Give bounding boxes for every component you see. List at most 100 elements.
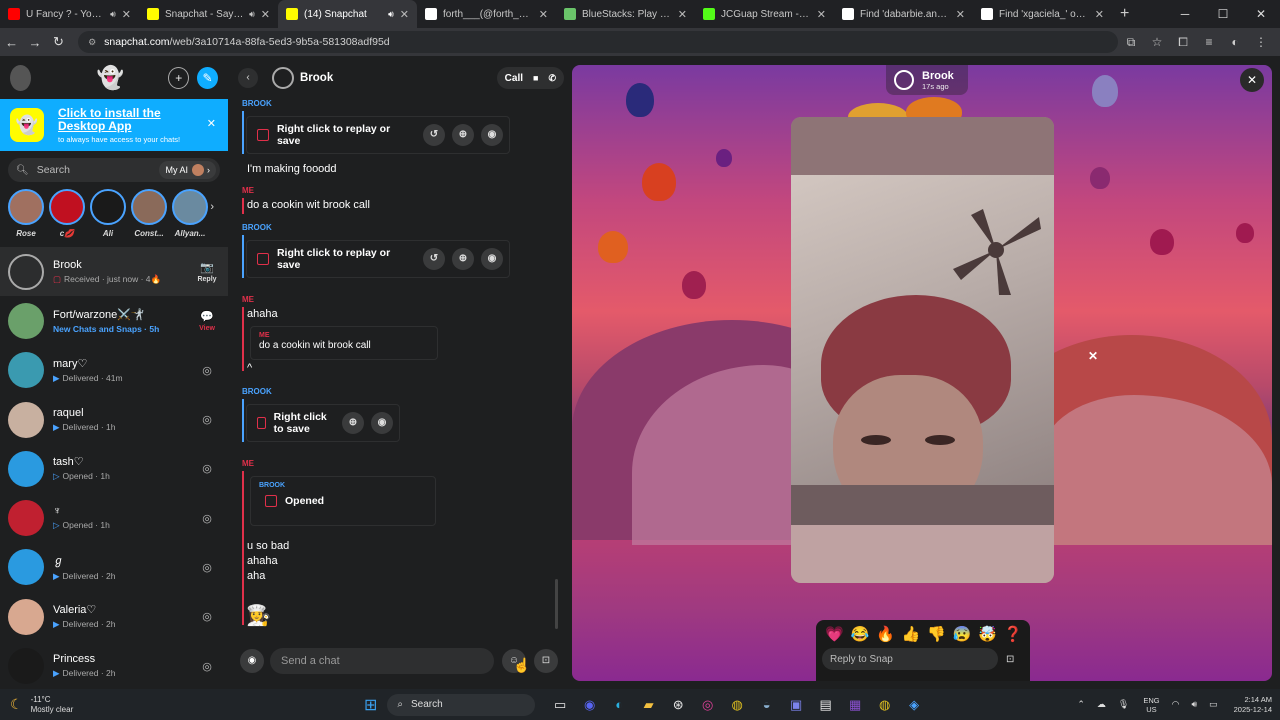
weather-widget[interactable]: ☾ -11°C Mostly clear [0,695,140,715]
conversation-item[interactable]: ♆ ▷ Opened · 1h ◎ [0,493,228,542]
conversation-action[interactable]: ◎ [194,364,220,377]
call-button[interactable]: Call ■ ✆ [496,67,564,89]
reply-input[interactable]: Reply to Snap [822,648,998,670]
browser-tab[interactable]: U Fancy ? - YouTube 🔊︎ ✕ [0,0,139,28]
reaction-emoji-icon[interactable]: 🔥 [873,625,899,643]
reload-icon[interactable]: ↻ [47,34,70,50]
add-friend-icon[interactable]: + [168,67,190,89]
gallery-icon[interactable]: ⊡ [534,649,558,673]
story-item[interactable]: Rose [8,189,44,247]
conversation-item[interactable]: Fort/warzone⚔️🤺 New Chats and Snaps · 5h 💬… [0,296,228,345]
replay-icon[interactable]: ↺ [423,248,445,270]
browser-tab[interactable]: Snapchat - Say It In A Snap 🔊︎ ✕ [139,0,278,28]
close-banner-icon[interactable]: ✕ [207,117,216,130]
save-icon[interactable]: ⊕ [452,248,474,270]
browser-tab[interactable]: Find 'dabarbie.angle' on T ✕ [834,0,973,28]
chat-avatar[interactable] [272,67,294,89]
conversation-action[interactable]: ◎ [194,512,220,525]
install-title[interactable]: Click to install the Desktop App [58,106,178,133]
tray-overflow-icon[interactable]: ⌃ [1077,699,1085,710]
back-arrow-icon[interactable]: ‹ [238,68,258,88]
conversation-item[interactable]: ℊ ▶ Delivered · 2h ◎ [0,543,228,592]
media-control-icon[interactable]: ≡ [1196,35,1222,50]
phone-icon[interactable]: ✆ [548,73,556,84]
site-info-icon[interactable]: ⚙ [88,37,96,48]
browser-tab[interactable]: JCGuap Stream - Watch L ✕ [695,0,834,28]
conversation-action[interactable]: ◎ [194,462,220,475]
close-tab-icon[interactable]: ✕ [956,8,965,21]
wifi-icon[interactable]: ◠ [1172,699,1180,710]
camera-reply-icon[interactable]: ◉ [371,412,393,434]
minimize-icon[interactable]: ─ [1166,0,1204,28]
story-item[interactable]: Allyan... [172,189,208,247]
close-tab-icon[interactable]: ✕ [400,8,409,21]
conversation-item[interactable]: Princess ▶ Delivered · 2h ◎ [0,641,228,690]
chat-input[interactable]: Send a chat [270,648,494,674]
conversation-item[interactable]: raquel ▶ Delivered · 1h ◎ [0,395,228,444]
conversation-item[interactable]: Brook ▢ Received · just now · 4🔥 📷 Reply [0,247,228,297]
camera-reply-icon[interactable]: ◉ [481,248,503,270]
search-input[interactable]: 🔍︎ Search My AI › [8,158,220,182]
taskbar-search[interactable]: ⌕ Search [387,693,536,716]
xbox-icon[interactable]: ⊛ [663,697,693,713]
reaction-emoji-icon[interactable]: 😰 [950,625,976,643]
camera-reply-icon[interactable]: ◉ [481,124,503,146]
camera-icon[interactable]: ◉ [240,649,264,673]
media-app-icon[interactable]: ▦ [840,697,870,713]
story-item[interactable]: Ali [90,189,126,247]
quoted-message[interactable]: ME do a cookin wit brook call [250,326,438,360]
close-viewer-icon[interactable]: ✕ [1240,68,1264,92]
browser-tab[interactable]: BlueStacks: Play Games or ✕ [556,0,695,28]
url-field[interactable]: ⚙ snapchat.com /web/3a10714a-88fa-5ed3-9… [78,31,1118,53]
story-item[interactable]: c💋 [49,189,85,247]
sticker-icon[interactable]: ⊡ [1006,654,1014,665]
dismiss-icon[interactable]: ✕ [1088,349,1098,363]
save-icon[interactable]: ⊕ [342,412,364,434]
snap-message[interactable]: Right click to save ⊕ ◉ [246,404,400,442]
close-tab-icon[interactable]: ✕ [261,8,270,21]
close-tab-icon[interactable]: ✕ [539,8,548,21]
video-call-icon[interactable]: ■ [533,73,538,83]
task-view-icon[interactable]: ▭ [545,697,575,713]
reaction-emoji-icon[interactable]: 👍 [899,625,925,643]
conversation-action[interactable]: ◎ [194,561,220,574]
my-ai-button[interactable]: My AI › [159,161,216,179]
reaction-emoji-icon[interactable]: 😂 [848,625,874,643]
maximize-icon[interactable]: ☐ [1204,0,1242,28]
speaker-icon[interactable]: 🔊︎ [110,9,116,20]
story-item[interactable]: Const... [131,189,167,247]
epic-games-icon[interactable]: ▤ [811,697,841,713]
menu-dots-icon[interactable]: ⋮ [1248,35,1274,50]
clock[interactable]: 2:14 AM 2025-12-14 [1234,695,1272,715]
steam-icon[interactable]: ◒ [752,697,782,713]
new-tab-icon[interactable]: + [1120,5,1129,23]
viewer-header[interactable]: Brook 17s ago [886,65,968,95]
chat-name[interactable]: Brook [300,72,333,84]
conversation-item[interactable]: mary♡ ▶ Delivered · 41m ◎ [0,346,228,395]
save-icon[interactable]: ⊕ [452,124,474,146]
edge-icon[interactable]: ◐ [604,697,634,713]
chrome-icon[interactable]: ◍ [722,697,752,713]
forward-icon[interactable]: → [23,35,46,50]
reaction-emoji-icon[interactable]: ❓ [1001,625,1027,643]
close-tab-icon[interactable]: ✕ [122,8,131,21]
browser-tab[interactable]: Find 'xgaciela_' on TikTok ✕ [973,0,1112,28]
speaker-icon[interactable]: 🔊︎ [249,9,255,20]
replay-icon[interactable]: ↺ [423,124,445,146]
extensions-icon[interactable]: ⧠ [1170,35,1196,50]
install-app-icon[interactable]: ⧉ [1118,35,1144,50]
tray-app-icon[interactable]: ☁ [1097,699,1106,710]
back-icon[interactable]: ← [0,35,23,50]
close-tab-icon[interactable]: ✕ [678,8,687,21]
conversation-item[interactable]: Valeria♡ ▶ Delivered · 2h ◎ [0,592,228,641]
volume-icon[interactable]: 🔊︎ [1191,699,1197,710]
stories-next-icon[interactable]: › [210,201,214,213]
close-tab-icon[interactable]: ✕ [1095,8,1104,21]
snap-message[interactable]: Right click to replay or save ↺ ⊕ ◉ [246,116,510,154]
conversation-item[interactable]: tash♡ ▷ Opened · 1h ◎ [0,444,228,493]
browser-tab[interactable]: forth___(@forth___) is L ✕ [417,0,556,28]
microphone-icon[interactable]: 🎙︎ [1118,699,1129,710]
battery-icon[interactable]: ▭ [1209,699,1218,710]
windows-start-icon[interactable]: ⊞ [364,695,377,715]
discord-icon[interactable]: ◉ [575,697,605,713]
